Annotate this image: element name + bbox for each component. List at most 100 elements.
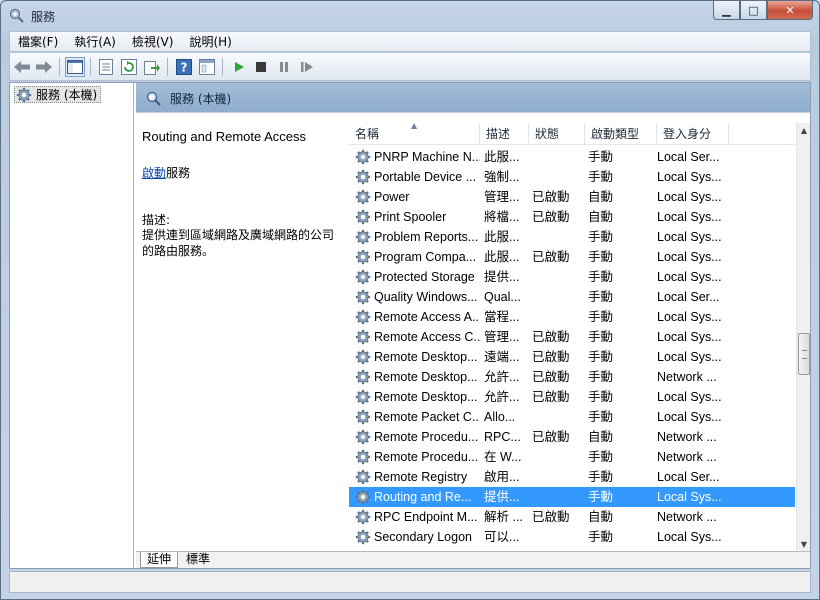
cell-status [529,487,585,507]
cell-startup-type: 手動 [588,330,614,344]
cell-log-on-as: Local Ser... [657,150,720,164]
table-row[interactable]: Remote Access C... 管理... 已啟動 手動 Local Sys... [349,327,795,347]
table-row[interactable]: Print Spooler 將檔... 已啟動 自動 Local Sys... [349,207,795,227]
column-header-startup-type[interactable]: 啟動類型 [585,123,657,145]
table-row[interactable]: Routing and Re... 提供... 手動 Local Sys... [349,487,795,507]
table-row[interactable]: Remote Procedu... 在 W... 手動 Network ... [349,447,795,467]
cell-startup-type: 自動 [588,510,614,524]
cell-log-on-as: Local Sys... [657,330,722,344]
export-list-button[interactable] [142,57,162,77]
cell-description: 提供... [484,490,520,504]
table-row[interactable]: Problem Reports... 此服... 手動 Local Sys... [349,227,795,247]
cell-description: 此服... [484,230,520,244]
table-row[interactable]: Portable Device ... 強制... 手動 Local Sys... [349,167,795,187]
menu-action[interactable]: 執行(A) [66,33,124,50]
column-header-description[interactable]: 描述 [480,123,529,145]
cell-log-on-as: Local Sys... [657,230,722,244]
service-gear-icon [355,149,371,165]
tree-item-label: 服務 (本機) [36,88,98,102]
properties-icon [99,59,113,75]
console-tree: 服務 (本機) [10,83,134,568]
table-row[interactable]: Quality Windows... Qual... 手動 Local Ser... [349,287,795,307]
column-header-status[interactable]: 狀態 [529,123,585,145]
view-tabs: 延伸 標準 [136,551,810,568]
menu-file[interactable]: 檔案(F) [10,33,66,50]
table-row[interactable]: Remote Procedu... RPC... 已啟動 自動 Network ... [349,427,795,447]
forward-button[interactable] [34,57,54,77]
cell-name: Power [349,187,480,207]
title-bar[interactable]: 服務 ▁ □ ✕ [1,1,819,31]
table-row[interactable]: Remote Access A... 當程... 手動 Local Sys... [349,307,795,327]
tab-extended[interactable]: 延伸 [140,552,179,568]
show-action-pane-button[interactable] [197,57,217,77]
table-row[interactable]: Remote Desktop... 允許... 已啟動 手動 Network ... [349,367,795,387]
minimize-button[interactable]: ▁ [713,1,740,20]
column-header-name[interactable]: ▲ 名稱 [349,121,480,145]
properties-button[interactable] [96,57,116,77]
pause-service-button[interactable] [274,57,294,77]
table-row[interactable]: Program Compa... 此服... 已啟動 手動 Local Sys... [349,247,795,267]
scroll-down-button[interactable]: ▼ [797,537,811,551]
start-service-link[interactable]: 啟動 [142,166,166,180]
cell-name: Remote Desktop... [349,367,480,387]
service-gear-icon [355,289,371,305]
cell-startup-type: 手動 [588,530,614,544]
cell-log-on-as: Local Sys... [657,310,722,324]
maximize-button[interactable]: □ [740,1,767,20]
cell-name: Quality Windows... [349,287,480,307]
column-header-log-on-as[interactable]: 登入身分 [657,123,729,145]
menu-help[interactable]: 說明(H) [181,33,239,50]
refresh-button[interactable] [119,57,139,77]
window-title: 服務 [31,10,56,24]
tree-item-services-local[interactable]: 服務 (本機) [14,86,102,103]
service-gear-icon [355,329,371,345]
table-row[interactable]: Protected Storage 提供... 手動 Local Sys... [349,267,795,287]
toolbar-separator [222,58,223,76]
table-row[interactable]: Remote Desktop... 遠端... 已啟動 手動 Local Sys... [349,347,795,367]
table-row[interactable]: Power 管理... 已啟動 自動 Local Sys... [349,187,795,207]
cell-startup-type: 手動 [588,450,614,464]
service-name: Remote Desktop... [374,390,478,404]
scroll-up-button[interactable]: ▲ [797,123,811,137]
stop-service-button[interactable] [251,57,271,77]
cell-status: 已啟動 [532,510,570,524]
service-name: Remote Desktop... [374,350,478,364]
tab-standard[interactable]: 標準 [180,552,216,568]
help-button[interactable]: ? [174,57,194,77]
table-row[interactable]: Remote Registry 啟用... 手動 Local Ser... [349,467,795,487]
services-window: 服務 ▁ □ ✕ 檔案(F) 執行(A) 檢視(V) 說明(H) ? 服務 (本… [0,0,820,600]
column-header-label: 名稱 [355,127,380,141]
service-name: PNRP Machine N... [374,150,480,164]
cell-name: Remote Access C... [349,327,480,347]
cell-name: Problem Reports... [349,227,480,247]
cell-status: 已啟動 [532,330,570,344]
vertical-scrollbar[interactable]: ▲ ▼ [796,123,810,551]
show-hide-console-tree-button[interactable] [65,57,85,77]
back-arrow-icon [14,61,30,73]
service-gear-icon [355,249,371,265]
service-gear-icon [355,189,371,205]
table-row[interactable]: Secondary Logon 可以... 手動 Local Sys... [349,527,795,547]
table-row[interactable]: Remote Packet C... Allo... 手動 Local Sys... [349,407,795,427]
restart-service-button[interactable] [297,57,317,77]
table-row[interactable]: PNRP Machine N... 此服... 手動 Local Ser... [349,147,795,167]
table-row[interactable]: Remote Desktop... 允許... 已啟動 手動 Local Sys... [349,387,795,407]
table-row[interactable]: RPC Endpoint M... 解析 ... 已啟動 自動 Network ... [349,507,795,527]
start-service-button[interactable] [229,57,249,77]
cell-startup-type: 手動 [588,270,614,284]
service-gear-icon [355,369,371,385]
cell-description: 遠端... [484,350,520,364]
service-gear-icon [355,229,371,245]
service-gear-icon [355,529,371,545]
pane-header-title: 服務 (本機) [170,92,232,106]
service-gear-icon [355,409,371,425]
scroll-thumb[interactable] [798,333,810,375]
cell-status: 已啟動 [532,430,570,444]
service-name: Protected Storage [374,270,475,284]
cell-startup-type: 手動 [588,470,614,484]
close-button[interactable]: ✕ [767,1,813,20]
back-button[interactable] [12,57,32,77]
cell-name: Remote Procedu... [349,427,480,447]
menu-view[interactable]: 檢視(V) [124,33,182,50]
cell-startup-type: 手動 [588,290,614,304]
